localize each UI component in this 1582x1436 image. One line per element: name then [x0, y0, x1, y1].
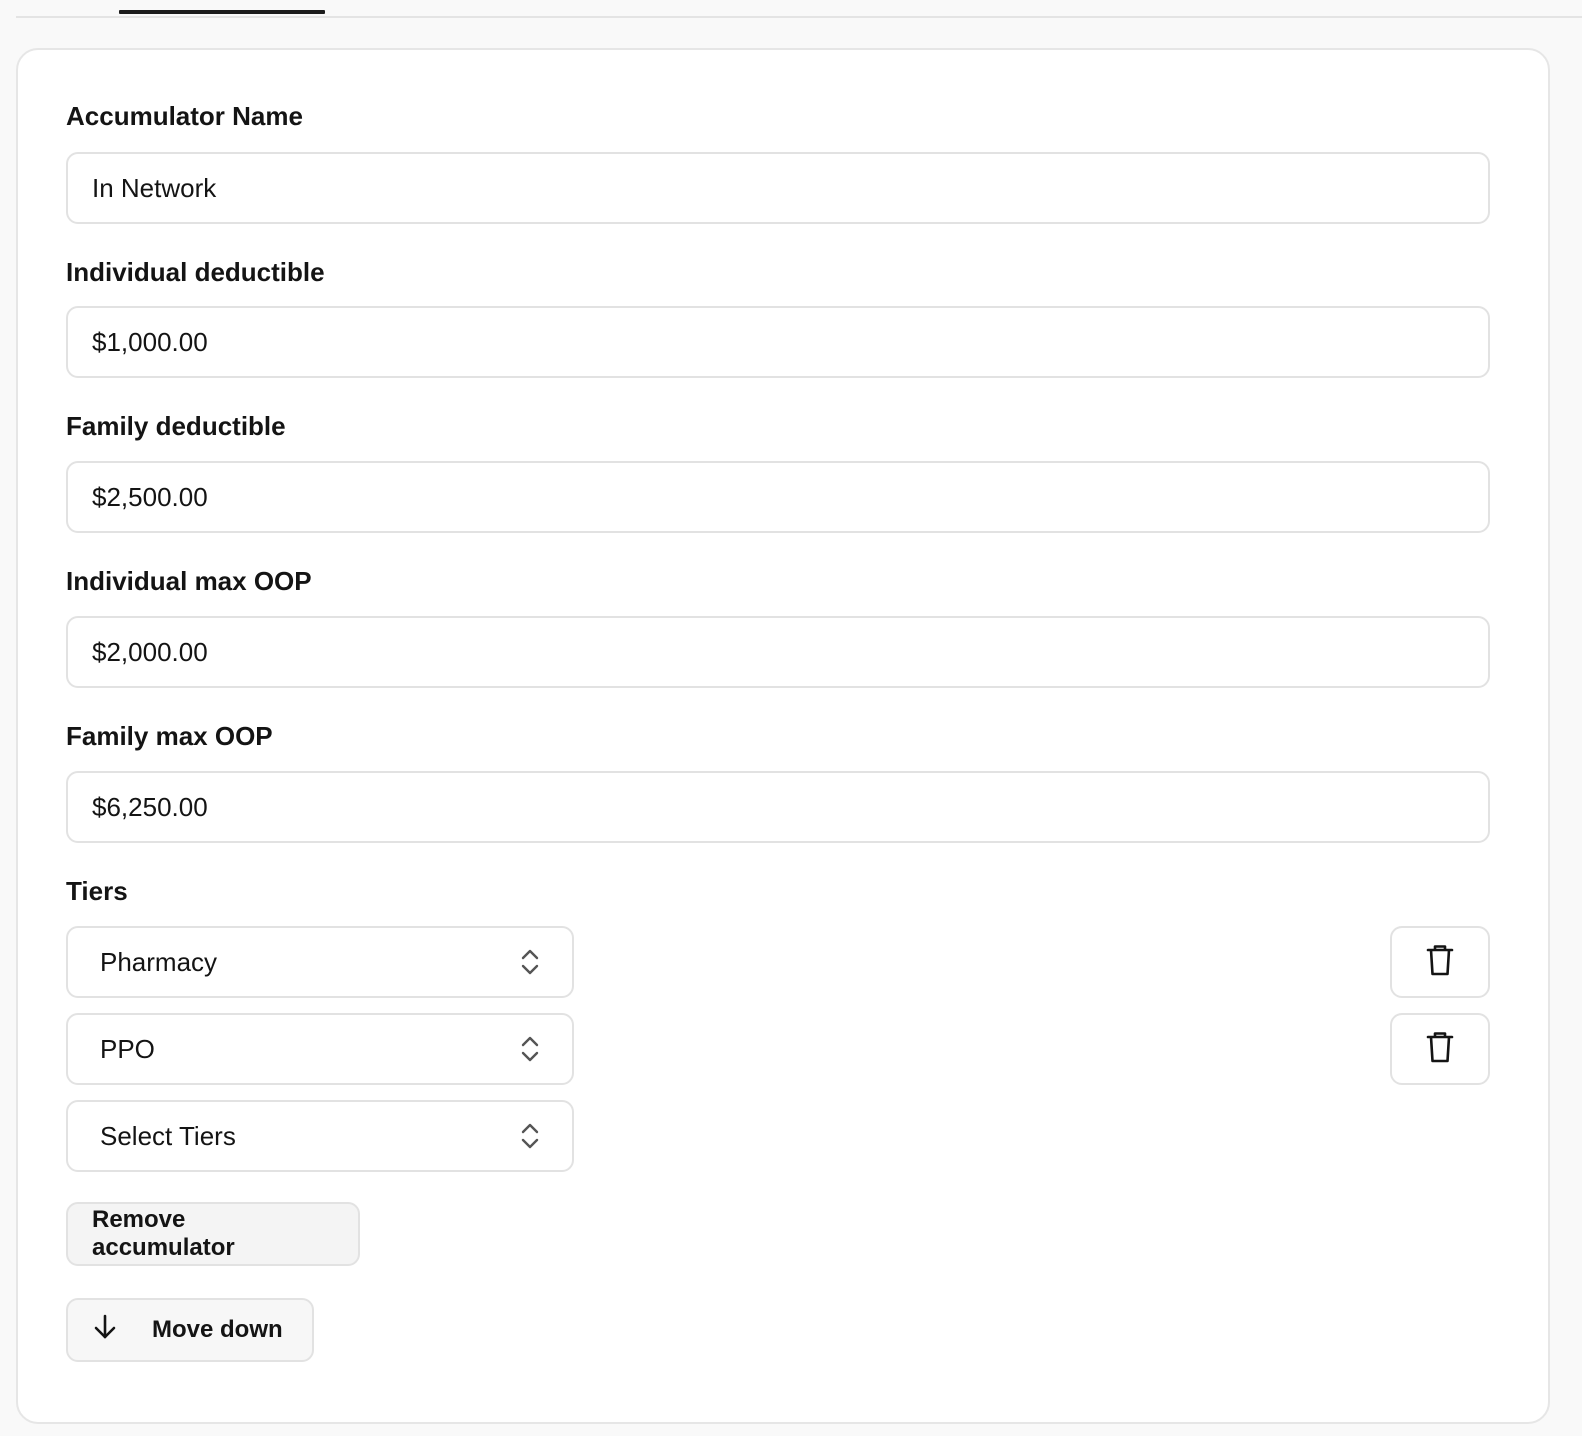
- individual-max-oop-label: Individual max OOP: [66, 566, 312, 596]
- move-down-label: Move down: [152, 1316, 283, 1343]
- individual-deductible-input[interactable]: [66, 306, 1490, 378]
- family-max-oop-input[interactable]: [66, 771, 1490, 843]
- active-tab-indicator: [119, 10, 325, 14]
- tier-select-pharmacy[interactable]: Pharmacy: [66, 926, 574, 998]
- chevron-up-down-icon: [520, 1121, 540, 1151]
- chevron-up-down-icon: [520, 1034, 540, 1064]
- accumulator-name-input[interactable]: [66, 152, 1490, 224]
- accumulator-card: Accumulator Name Individual deductible F…: [16, 48, 1550, 1424]
- tier-select-placeholder: Select Tiers: [100, 1120, 236, 1151]
- tier-select-value: PPO: [100, 1033, 155, 1064]
- tiers-label: Tiers: [66, 876, 128, 906]
- tier-select-new[interactable]: Select Tiers: [66, 1100, 574, 1172]
- family-deductible-label: Family deductible: [66, 411, 286, 441]
- trash-icon: [1425, 943, 1455, 982]
- trash-icon: [1425, 1030, 1455, 1069]
- delete-tier-ppo-button[interactable]: [1390, 1013, 1490, 1085]
- arrow-down-icon: [92, 1313, 118, 1348]
- remove-accumulator-label: Remove accumulator: [92, 1206, 235, 1261]
- tier-select-value: Pharmacy: [100, 946, 218, 977]
- tier-select-ppo[interactable]: PPO: [66, 1013, 574, 1085]
- accumulator-name-label: Accumulator Name: [66, 101, 303, 131]
- move-down-button[interactable]: Move down: [66, 1298, 314, 1362]
- family-deductible-input[interactable]: [66, 461, 1490, 533]
- family-max-oop-label: Family max OOP: [66, 721, 273, 751]
- individual-max-oop-input[interactable]: [66, 616, 1490, 688]
- delete-tier-pharmacy-button[interactable]: [1390, 926, 1490, 998]
- individual-deductible-label: Individual deductible: [66, 257, 325, 287]
- remove-accumulator-button[interactable]: Remove accumulator: [66, 1202, 360, 1266]
- chevron-up-down-icon: [520, 947, 540, 977]
- tab-bar: [16, 0, 1582, 18]
